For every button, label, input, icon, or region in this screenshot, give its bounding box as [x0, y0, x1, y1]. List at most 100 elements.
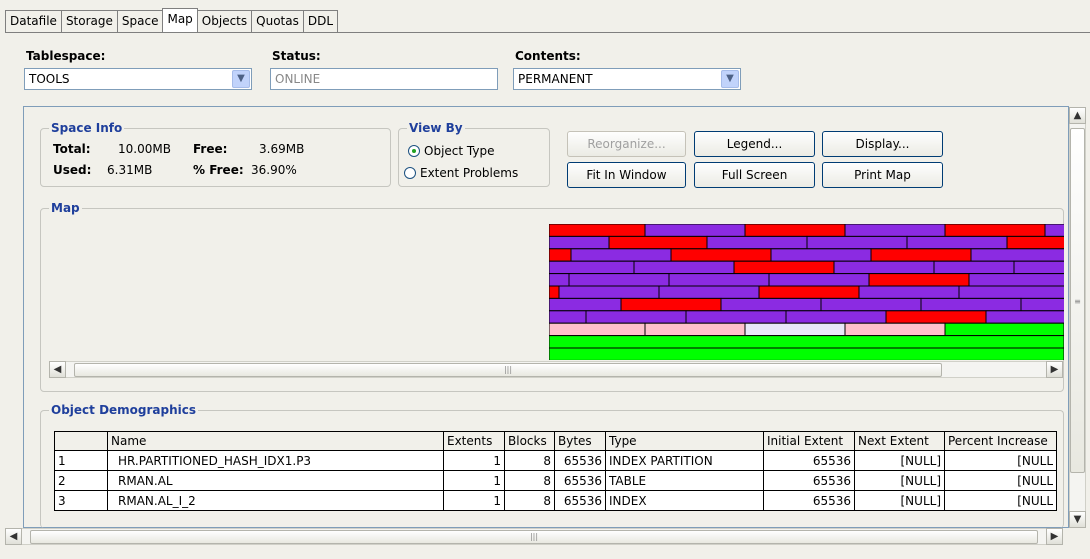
col-header-blocks[interactable]: Blocks	[504, 431, 555, 451]
scroll-up-icon[interactable]: ▲	[1069, 107, 1086, 124]
map-extent-block[interactable]	[920, 297, 1022, 312]
panel-horizontal-scrollbar[interactable]: ◀ ||| ▶	[5, 528, 1063, 545]
map-extent-block[interactable]	[1044, 224, 1064, 237]
tab-space[interactable]: Space	[116, 10, 164, 32]
col-header-type[interactable]: Type	[605, 431, 764, 451]
extent-map[interactable]	[549, 224, 1064, 360]
radio-checked-icon[interactable]	[408, 145, 420, 157]
map-extent-block[interactable]	[1006, 235, 1064, 250]
print-map-button[interactable]: Print Map	[822, 162, 943, 188]
map-extent-block[interactable]	[820, 297, 922, 312]
map-extent-block[interactable]	[944, 224, 1046, 237]
map-horizontal-scrollbar[interactable]: ◀ ||| ▶	[49, 361, 1063, 378]
scroll-right-icon[interactable]: ▶	[1046, 361, 1063, 378]
col-header-initial-extent[interactable]: Initial Extent	[763, 431, 855, 451]
map-extent-block[interactable]	[549, 335, 1064, 349]
fit-in-window-button[interactable]: Fit In Window	[567, 162, 686, 188]
map-extent-block[interactable]	[549, 224, 646, 237]
map-extent-block[interactable]	[785, 310, 887, 324]
map-extent-block[interactable]	[608, 235, 708, 250]
map-extent-block[interactable]	[885, 310, 987, 324]
scroll-thumb[interactable]: |||	[74, 363, 942, 377]
map-extent-block[interactable]	[658, 285, 760, 299]
col-header-bytes[interactable]: Bytes	[554, 431, 606, 451]
map-extent-block[interactable]	[549, 347, 1064, 360]
map-extent-block[interactable]	[549, 273, 570, 287]
reorganize-button[interactable]: Reorganize...	[567, 131, 686, 157]
radio-unchecked-icon[interactable]	[404, 167, 416, 179]
map-extent-block[interactable]	[685, 310, 787, 324]
map-extent-block[interactable]	[720, 297, 822, 312]
map-extent-block[interactable]	[549, 322, 646, 337]
map-extent-block[interactable]	[958, 285, 1064, 299]
map-extent-block[interactable]	[758, 285, 860, 299]
map-extent-block[interactable]	[870, 248, 972, 262]
map-extent-block[interactable]	[944, 322, 1064, 337]
legend-button[interactable]: Legend...	[694, 131, 815, 157]
map-extent-block[interactable]	[768, 273, 870, 287]
map-extent-block[interactable]	[844, 224, 946, 237]
map-extent-block[interactable]	[585, 310, 687, 324]
tab-quotas[interactable]: Quotas	[251, 10, 304, 32]
map-extent-block[interactable]	[549, 260, 635, 275]
map-extent-block[interactable]	[733, 260, 835, 275]
scroll-left-icon[interactable]: ◀	[5, 528, 22, 545]
map-extent-block[interactable]	[868, 273, 970, 287]
chevron-down-icon[interactable]: ▼	[232, 70, 250, 88]
panel-vertical-scrollbar[interactable]: ▲ ≡ ▼	[1069, 107, 1086, 528]
scroll-left-icon[interactable]: ◀	[49, 361, 66, 378]
map-extent-block[interactable]	[549, 285, 560, 299]
map-extent-block[interactable]	[806, 235, 908, 250]
radio-extent-problems[interactable]: Extent Problems	[404, 166, 518, 180]
tab-map[interactable]: Map	[162, 8, 198, 32]
scroll-thumb[interactable]: |||	[30, 530, 1038, 544]
col-header-name[interactable]: Name	[107, 431, 444, 451]
map-extent-block[interactable]	[906, 235, 1008, 250]
scroll-down-icon[interactable]: ▼	[1069, 511, 1086, 528]
map-extent-block[interactable]	[620, 297, 722, 312]
tab-datafile[interactable]: Datafile	[5, 10, 62, 32]
map-extent-block[interactable]	[1020, 297, 1064, 312]
map-extent-block[interactable]	[568, 273, 670, 287]
map-extent-block[interactable]	[570, 248, 672, 262]
map-extent-block[interactable]	[968, 273, 1064, 287]
map-extent-block[interactable]	[844, 322, 946, 337]
map-extent-block[interactable]	[858, 285, 960, 299]
map-extent-block[interactable]	[933, 260, 1015, 275]
col-header-extents[interactable]: Extents	[443, 431, 505, 451]
tab-storage[interactable]: Storage	[60, 10, 118, 32]
map-extent-block[interactable]	[985, 310, 1064, 324]
map-extent-block[interactable]	[970, 248, 1064, 262]
col-header-index[interactable]	[54, 431, 108, 451]
map-extent-block[interactable]	[744, 224, 846, 237]
map-extent-block[interactable]	[549, 297, 622, 312]
map-extent-block[interactable]	[549, 248, 572, 262]
map-extent-block[interactable]	[644, 322, 746, 337]
map-extent-block[interactable]	[644, 224, 746, 237]
map-extent-block[interactable]	[633, 260, 735, 275]
contents-select[interactable]: PERMANENT ▼	[513, 68, 741, 90]
radio-object-type[interactable]: Object Type	[408, 144, 494, 158]
map-extent-block[interactable]	[670, 248, 772, 262]
map-extent-block[interactable]	[833, 260, 935, 275]
table-row[interactable]: 1 HR.PARTITIONED_HASH_IDX1.P3 1 8 65536 …	[54, 450, 1057, 471]
map-extent-block[interactable]	[770, 248, 872, 262]
col-header-next-extent[interactable]: Next Extent	[854, 431, 945, 451]
display-button[interactable]: Display...	[822, 131, 943, 157]
tablespace-select[interactable]: TOOLS ▼	[24, 68, 252, 90]
scroll-right-icon[interactable]: ▶	[1046, 528, 1063, 545]
full-screen-button[interactable]: Full Screen	[694, 162, 815, 188]
scroll-thumb[interactable]: ≡	[1070, 128, 1085, 473]
map-extent-block[interactable]	[549, 310, 587, 324]
map-extent-block[interactable]	[1013, 260, 1064, 275]
tab-ddl[interactable]: DDL	[302, 10, 339, 32]
map-extent-block[interactable]	[558, 285, 660, 299]
table-row[interactable]: 3 RMAN.AL_I_2 1 8 65536 INDEX 65536 [NUL…	[54, 490, 1057, 511]
tab-objects[interactable]: Objects	[196, 10, 253, 32]
col-header-percent-increase[interactable]: Percent Increase	[944, 431, 1057, 451]
map-extent-block[interactable]	[549, 235, 610, 250]
map-extent-block[interactable]	[706, 235, 808, 250]
map-extent-block[interactable]	[668, 273, 770, 287]
chevron-down-icon[interactable]: ▼	[721, 70, 739, 88]
map-extent-block[interactable]	[744, 322, 846, 337]
